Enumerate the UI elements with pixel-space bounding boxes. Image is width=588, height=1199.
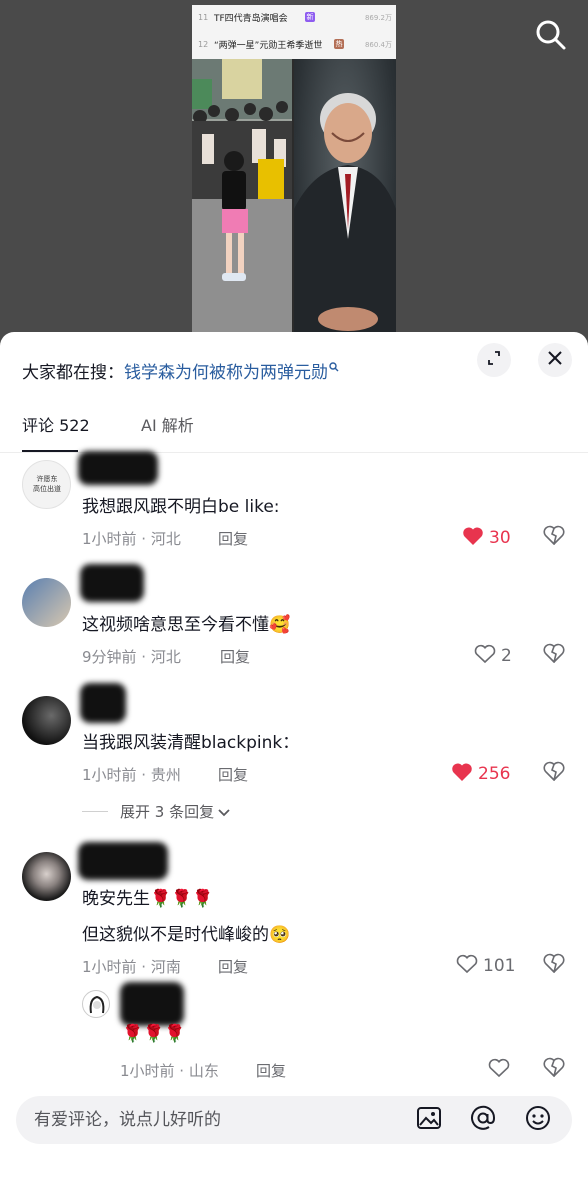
- broken-heart-icon: [543, 761, 565, 785]
- at-sign-icon: [470, 1105, 496, 1135]
- close-icon: [547, 350, 563, 370]
- trending-rank: 12: [198, 40, 209, 49]
- comment-text-line2: 但这貌似不是时代峰峻的🥺: [82, 925, 291, 945]
- trending-badge: 热: [334, 39, 344, 49]
- comment-panel: 大家都在搜：钱学森为何被称为两弹元勋 评论 522 AI 解析 许愿东 高位出道 …: [0, 332, 588, 1199]
- image-button[interactable]: [415, 1106, 443, 1134]
- reply-text: 🌹🌹🌹: [122, 1024, 186, 1044]
- heart-filled-icon: [451, 762, 473, 786]
- trending-item: 12 “两弹一星”元勋王希季逝世 热 860.4万: [192, 32, 396, 59]
- broken-heart-icon: [543, 1057, 565, 1081]
- avatar[interactable]: 许愿东 高位出道: [22, 460, 71, 509]
- video-frame: 11 TF四代青岛演唱会 新 869.2万 12 “两弹一星”元勋王希季逝世 热…: [192, 5, 396, 340]
- trending-badge: 新: [305, 12, 315, 22]
- heart-outline-icon: [488, 1058, 510, 1082]
- search-button[interactable]: [528, 14, 574, 60]
- crowd-photo: [192, 59, 292, 340]
- reply-button[interactable]: 回复: [218, 956, 248, 977]
- like-count: 256: [478, 764, 511, 784]
- username-redacted[interactable]: [80, 683, 126, 723]
- portrait-photo: [294, 59, 396, 340]
- username-redacted[interactable]: [80, 564, 144, 602]
- broken-heart-icon: [543, 525, 565, 549]
- dislike-button[interactable]: [541, 1056, 567, 1082]
- comment-text: 当我跟风装清醒blackpink：: [82, 733, 300, 753]
- comment-text: 这视频啥意思至今看不懂🥰: [82, 615, 291, 635]
- collapse-icon: [486, 350, 502, 370]
- hot-search-prefix: 大家都在搜：: [22, 363, 124, 383]
- avatar[interactable]: [22, 578, 71, 627]
- expand-replies-label: 展开 3 条回复: [120, 803, 215, 821]
- trending-list: 11 TF四代青岛演唱会 新 869.2万 12 “两弹一星”元勋王希季逝世 热…: [192, 5, 396, 59]
- comment-text: 我想跟风跟不明白be like:: [82, 497, 280, 517]
- comment-input-bar: [16, 1096, 572, 1144]
- avatar[interactable]: [22, 696, 71, 745]
- comment-meta: 1小时前 · 河南: [82, 958, 181, 976]
- like-count: 30: [489, 528, 511, 548]
- comment-text: 晚安先生🌹🌹🌹: [82, 889, 214, 909]
- reply-button[interactable]: 回复: [218, 764, 248, 785]
- like-button[interactable]: [488, 1058, 510, 1082]
- emoji-icon: [525, 1105, 551, 1135]
- comment-meta: 9分钟前 · 河北: [82, 648, 181, 666]
- hot-search-query[interactable]: 钱学森为何被称为两弹元勋: [124, 363, 328, 383]
- like-count: 101: [483, 956, 516, 976]
- comment-meta: 1小时前 · 贵州: [82, 766, 181, 784]
- search-icon: [329, 352, 339, 382]
- username-redacted[interactable]: [120, 982, 184, 1026]
- reply-button[interactable]: 回复: [218, 528, 248, 549]
- like-button[interactable]: 2: [474, 644, 512, 668]
- username-redacted[interactable]: [78, 842, 168, 880]
- mention-button[interactable]: [469, 1105, 497, 1135]
- reply-meta: 1小时前 · 山东: [120, 1062, 219, 1080]
- reply-button[interactable]: 回复: [256, 1060, 286, 1081]
- broken-heart-icon: [543, 643, 565, 667]
- expand-replies-button[interactable]: 展开 3 条回复: [82, 801, 230, 822]
- reply-button[interactable]: 回复: [220, 646, 250, 667]
- heart-outline-icon: [474, 644, 496, 668]
- dislike-button[interactable]: [541, 524, 567, 550]
- tab-comments[interactable]: 评论 522: [22, 412, 90, 436]
- minimize-button[interactable]: [477, 343, 511, 377]
- heart-outline-icon: [456, 954, 478, 978]
- trending-title: “两弹一星”元勋王希季逝世: [214, 41, 323, 51]
- avatar[interactable]: [82, 990, 110, 1018]
- trending-rank: 11: [198, 13, 209, 22]
- like-button[interactable]: 101: [456, 954, 515, 978]
- close-button[interactable]: [538, 343, 572, 377]
- comment-input[interactable]: [34, 1096, 414, 1144]
- video-area[interactable]: 11 TF四代青岛演唱会 新 869.2万 12 “两弹一星”元勋王希季逝世 热…: [0, 0, 588, 350]
- search-icon: [535, 19, 567, 55]
- svg-text:许愿东: 许愿东: [37, 474, 58, 483]
- comment-meta: 1小时前 · 河北: [82, 530, 181, 548]
- like-button[interactable]: 30: [462, 526, 511, 550]
- avatar[interactable]: [22, 852, 71, 901]
- svg-text:高位出道: 高位出道: [33, 484, 61, 493]
- dislike-button[interactable]: [541, 952, 567, 978]
- trending-title: TF四代青岛演唱会: [214, 14, 288, 24]
- like-button[interactable]: 256: [451, 762, 510, 786]
- trending-item: 11 TF四代青岛演唱会 新 869.2万: [192, 5, 396, 32]
- like-count: 2: [501, 646, 512, 666]
- hot-search-bar[interactable]: 大家都在搜：钱学森为何被称为两弹元勋: [22, 352, 339, 383]
- dislike-button[interactable]: [541, 760, 567, 786]
- divider: [82, 811, 108, 812]
- trending-count: 860.4万: [364, 41, 392, 49]
- tab-ai-analysis[interactable]: AI 解析: [141, 412, 194, 436]
- image-icon: [416, 1106, 442, 1134]
- trending-count: 869.2万: [364, 14, 392, 22]
- username-redacted[interactable]: [78, 451, 158, 485]
- dislike-button[interactable]: [541, 642, 567, 668]
- heart-filled-icon: [462, 526, 484, 550]
- broken-heart-icon: [543, 953, 565, 977]
- emoji-button[interactable]: [524, 1106, 552, 1134]
- chevron-down-icon: [218, 803, 230, 821]
